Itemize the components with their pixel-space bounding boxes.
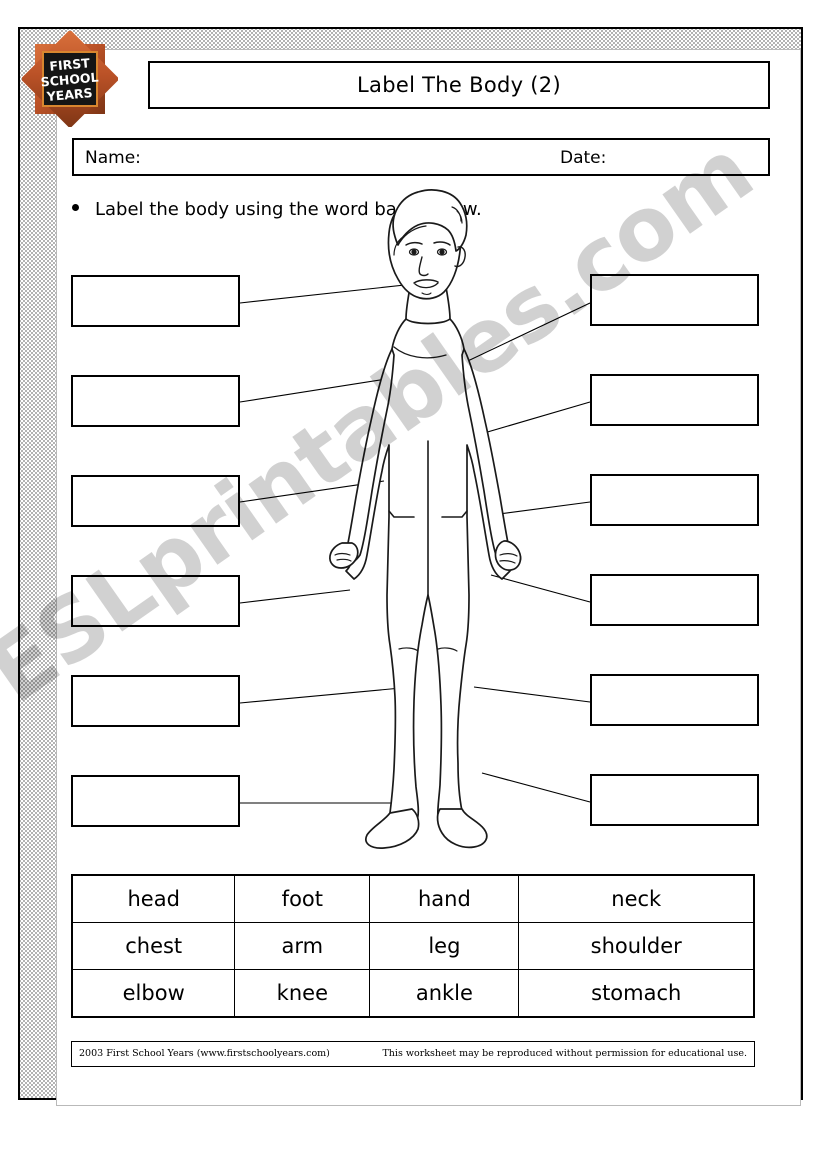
table-row: elbow knee ankle stomach — [71, 969, 755, 1018]
bullet-icon — [72, 204, 79, 211]
word-bank-cell[interactable]: foot — [234, 874, 371, 923]
left-hand — [329, 542, 359, 569]
footer-bar: 2003 First School Years (www.firstschool… — [71, 1041, 755, 1067]
leader-line-right-3 — [483, 501, 591, 517]
label-box-right-1[interactable] — [590, 274, 759, 326]
mouth-upper — [413, 279, 439, 284]
label-box-left-3[interactable] — [71, 475, 240, 527]
nose — [418, 256, 429, 277]
instruction-line: Label the body using the word bank below… — [72, 199, 752, 220]
worksheet-title-box: Label The Body (2) — [148, 61, 770, 109]
pupil-right — [439, 249, 445, 255]
label-box-right-2[interactable] — [590, 374, 759, 426]
neck — [405, 286, 451, 325]
table-row: head foot hand neck — [71, 874, 755, 923]
word-bank-cell[interactable]: knee — [234, 969, 371, 1018]
date-field-label: Date: — [560, 148, 607, 168]
right-hand-fingers-2 — [499, 560, 516, 564]
label-box-right-6[interactable] — [590, 774, 759, 826]
leader-line-right-4 — [490, 574, 591, 603]
label-box-left-6[interactable] — [71, 775, 240, 827]
label-box-right-5[interactable] — [590, 674, 759, 726]
leader-lines — [239, 283, 591, 804]
eyebrow-right — [433, 241, 451, 246]
word-bank-cell[interactable]: head — [71, 874, 236, 923]
knee-left — [398, 647, 419, 652]
pupil-left — [411, 249, 417, 255]
right-arm — [461, 348, 522, 566]
page-title: Label The Body (2) — [357, 73, 561, 97]
name-field-label: Name: — [85, 148, 141, 168]
leader-line-left-1 — [239, 283, 415, 304]
eye-left — [408, 248, 420, 256]
mouth-lower — [414, 282, 439, 289]
label-box-left-1[interactable] — [71, 275, 240, 327]
word-bank-cell[interactable]: arm — [234, 922, 371, 970]
leader-line-left-5 — [239, 686, 413, 704]
leader-line-right-1 — [433, 302, 591, 378]
leader-line-right-6 — [481, 772, 591, 803]
hair-strand-1 — [399, 225, 427, 243]
left-arm — [334, 348, 395, 566]
label-box-right-3[interactable] — [590, 474, 759, 526]
leader-line-left-4 — [239, 589, 351, 604]
label-box-right-4[interactable] — [590, 574, 759, 626]
word-bank-cell[interactable]: shoulder — [518, 922, 755, 970]
word-bank-cell[interactable]: chest — [71, 922, 236, 970]
reproduction-notice: This worksheet may be reproduced without… — [382, 1048, 747, 1059]
left-hand-fingers — [334, 552, 351, 556]
word-bank-cell[interactable]: elbow — [71, 969, 236, 1018]
right-foot — [436, 808, 488, 849]
label-box-left-4[interactable] — [71, 575, 240, 627]
collar-line — [393, 346, 447, 359]
word-bank-cell[interactable]: leg — [369, 922, 520, 970]
eye-right — [436, 248, 448, 256]
right-hand — [494, 540, 522, 571]
instruction-text: Label the body using the word bank below… — [95, 199, 482, 220]
word-bank-cell[interactable]: hand — [369, 874, 520, 923]
knee-right — [437, 647, 458, 652]
word-bank-cell[interactable]: stomach — [518, 969, 755, 1018]
leader-line-right-5 — [473, 686, 591, 703]
copyright-text: 2003 First School Years (www.firstschool… — [79, 1048, 330, 1059]
name-date-row: Name: Date: — [72, 138, 770, 176]
leader-line-right-2 — [425, 401, 591, 451]
boy-figure — [329, 189, 522, 849]
chin-crease — [421, 292, 432, 296]
word-bank-cell[interactable]: neck — [518, 874, 755, 923]
leader-line-left-3 — [239, 480, 385, 503]
label-box-left-2[interactable] — [71, 375, 240, 427]
left-hand-fingers-2 — [336, 558, 352, 562]
leader-line-left-2 — [239, 373, 419, 403]
shorts-hem-left — [388, 510, 415, 518]
eyebrow-left — [405, 241, 423, 246]
torso-legs-outline — [345, 318, 511, 841]
ear — [454, 246, 466, 268]
table-row: chest arm leg shoulder — [71, 922, 755, 970]
word-bank-table: head foot hand neck chest arm leg should… — [71, 874, 755, 1018]
first-school-years-logo: FIRST SCHOOL YEARS — [20, 29, 120, 129]
hair-strand-2 — [393, 234, 407, 256]
left-foot — [365, 808, 420, 849]
shorts-hem-right — [441, 510, 468, 518]
label-box-left-5[interactable] — [71, 675, 240, 727]
right-hand-fingers — [499, 553, 518, 557]
word-bank-cell[interactable]: ankle — [369, 969, 520, 1018]
